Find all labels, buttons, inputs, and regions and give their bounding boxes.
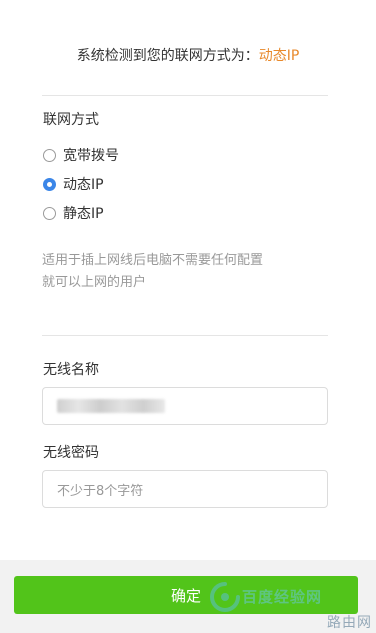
wan-setup-page: 系统检测到您的联网方式为：动态IP 联网方式 宽带拨号 动态IP 静态IP 适用…	[0, 0, 376, 633]
radio-button[interactable]	[43, 206, 56, 220]
wireless-name-label: 无线名称	[43, 362, 99, 378]
connection-description: 适用于插上网线后电脑不需要任何配置 就可以上网的用户	[42, 250, 332, 294]
connection-type-label: 联网方式	[43, 112, 99, 128]
divider	[42, 95, 328, 96]
radio-label: 宽带拨号	[63, 148, 119, 164]
confirm-label: 确定	[170, 586, 201, 605]
description-line: 就可以上网的用户	[42, 275, 147, 290]
obscured-ssid	[57, 399, 165, 413]
radio-label: 动态IP	[63, 177, 104, 193]
password-placeholder: 不少于8个字符	[57, 483, 144, 499]
radio-button-selected[interactable]	[43, 177, 56, 191]
radio-label: 静态IP	[63, 206, 104, 222]
detected-mode: 动态IP	[258, 48, 300, 64]
wireless-password-label: 无线密码	[43, 445, 99, 461]
description-line: 适用于插上网线后电脑不需要任何配置	[42, 253, 264, 268]
radio-button[interactable]	[43, 148, 56, 162]
radio-option-dhcp[interactable]: 动态IP	[43, 174, 104, 194]
wireless-name-input[interactable]	[42, 387, 328, 425]
detection-prefix: 系统检测到您的联网方式为：	[76, 48, 259, 64]
detection-result: 系统检测到您的联网方式为：动态IP	[0, 45, 376, 65]
divider	[42, 335, 328, 336]
confirm-button[interactable]: 确定	[14, 576, 358, 614]
radio-option-static[interactable]: 静态IP	[43, 203, 104, 223]
radio-option-pppoe[interactable]: 宽带拨号	[43, 145, 119, 165]
wireless-password-input[interactable]: 不少于8个字符	[42, 470, 328, 508]
